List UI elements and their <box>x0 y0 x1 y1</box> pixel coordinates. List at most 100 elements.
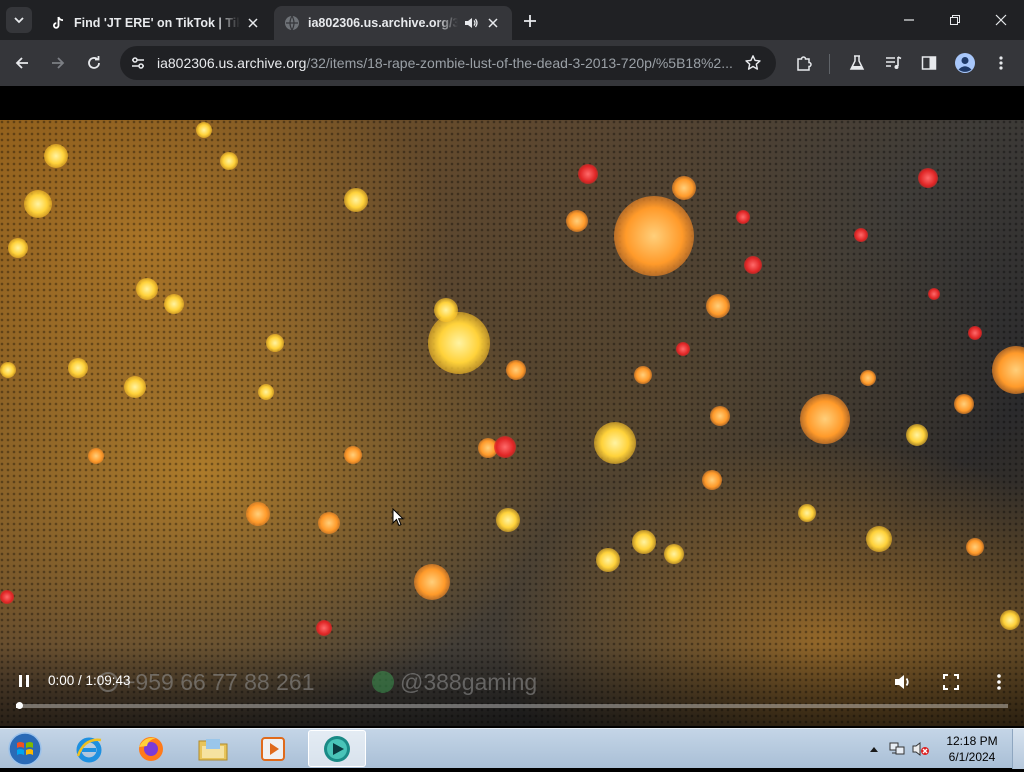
video-texture <box>0 120 1024 726</box>
show-desktop-button[interactable] <box>1012 729 1024 769</box>
tab-search-button[interactable] <box>6 7 32 33</box>
bokeh-light <box>0 590 14 604</box>
bokeh-light <box>632 530 656 554</box>
bokeh-light <box>344 446 362 464</box>
bokeh-light <box>928 288 940 300</box>
time-display: 0:00 / 1:09:43 <box>48 673 131 688</box>
toolbar-separator <box>829 54 830 74</box>
network-icon <box>889 742 905 755</box>
reload-button[interactable] <box>79 48 109 78</box>
bokeh-light <box>566 210 588 232</box>
extensions-button[interactable] <box>789 48 819 78</box>
minimize-button[interactable] <box>886 0 932 40</box>
avatar-icon <box>955 53 975 73</box>
side-panel-button[interactable] <box>914 48 944 78</box>
plus-icon <box>524 15 536 27</box>
seek-bar-thumb[interactable] <box>16 702 23 709</box>
media-player-icon <box>261 736 285 761</box>
restore-button[interactable] <box>932 0 978 40</box>
address-bar[interactable]: ia802306.us.archive.org/32/items/18-rape… <box>120 46 776 80</box>
watermark-handle: @388gaming <box>372 669 537 696</box>
profile-button[interactable] <box>950 48 980 78</box>
taskbar-firefox[interactable] <box>124 730 178 767</box>
arrow-right-icon <box>52 57 65 69</box>
internet-explorer-icon <box>76 737 102 762</box>
bokeh-light <box>744 256 762 274</box>
bokeh-light <box>68 358 88 378</box>
bokeh-light <box>578 164 598 184</box>
chevron-up-icon <box>870 747 878 752</box>
arrow-left-icon <box>15 57 28 69</box>
media-controls-button[interactable] <box>878 48 908 78</box>
forward-button[interactable] <box>43 48 73 78</box>
seek-bar[interactable] <box>16 702 1008 709</box>
video-player[interactable]: +959 66 77 88 261 @388gaming 0:00 / 1:09… <box>0 120 1024 726</box>
mouse-cursor <box>392 507 405 532</box>
url-text[interactable]: ia802306.us.archive.org/32/items/18-rape… <box>157 46 737 80</box>
show-hidden-icons-button[interactable] <box>866 729 882 769</box>
pause-button[interactable] <box>12 669 36 693</box>
chevron-down-icon <box>14 17 24 24</box>
system-clock[interactable]: 12:18 PM 6/1/2024 <box>936 733 1008 765</box>
video-menu-button[interactable] <box>986 669 1012 695</box>
bokeh-light <box>246 502 270 526</box>
bokeh-light <box>854 228 868 242</box>
volume-muted-icon <box>912 742 929 756</box>
tab-archive[interactable]: ia802306.us.archive.org/32 <box>274 6 512 40</box>
bokeh-light <box>800 394 850 444</box>
volume-tray-button[interactable] <box>910 729 932 769</box>
close-window-button[interactable] <box>978 0 1024 40</box>
taskbar-active-app[interactable] <box>308 730 366 767</box>
bokeh-light <box>506 360 526 380</box>
puzzle-icon <box>797 56 812 71</box>
windows-start-icon <box>8 732 42 766</box>
restore-icon <box>950 15 960 25</box>
bokeh-light <box>428 312 490 374</box>
clock-time: 12:18 PM <box>946 734 998 748</box>
new-tab-button[interactable] <box>518 10 542 32</box>
bokeh-light <box>496 508 520 532</box>
bokeh-light <box>710 406 730 426</box>
taskbar-internet-explorer[interactable] <box>62 730 116 767</box>
site-info-icon[interactable] <box>130 55 146 76</box>
close-icon <box>995 14 1007 26</box>
back-button[interactable] <box>7 48 37 78</box>
bookmark-star-icon[interactable] <box>744 54 762 77</box>
pause-icon <box>19 675 29 687</box>
bokeh-light <box>634 366 652 384</box>
firefox-icon <box>139 736 163 761</box>
bokeh-light <box>706 294 730 318</box>
bokeh-light <box>702 470 722 490</box>
fullscreen-icon <box>943 674 959 690</box>
bokeh-light <box>434 298 458 322</box>
close-tab-icon[interactable] <box>244 14 262 32</box>
taskbar-file-explorer[interactable] <box>186 730 240 767</box>
minimize-icon <box>904 19 914 21</box>
speaker-icon[interactable] <box>462 14 480 32</box>
volume-icon <box>895 675 909 689</box>
volume-button[interactable] <box>890 669 916 695</box>
taskbar-media-player[interactable] <box>246 730 300 767</box>
tiktok-icon <box>50 15 66 31</box>
bokeh-light <box>196 122 212 138</box>
fullscreen-button[interactable] <box>938 669 964 695</box>
bokeh-light <box>672 176 696 200</box>
page-viewport: +959 66 77 88 261 @388gaming 0:00 / 1:09… <box>0 86 1024 728</box>
windows-taskbar: 12:18 PM 6/1/2024 <box>0 728 1024 769</box>
active-video-app-icon <box>324 735 350 762</box>
bokeh-light <box>494 436 516 458</box>
bokeh-light <box>966 538 984 556</box>
url-host: ia802306.us.archive.org <box>157 55 307 71</box>
start-button[interactable] <box>6 731 44 767</box>
browser-menu-button[interactable] <box>986 48 1016 78</box>
close-tab-icon[interactable] <box>484 14 502 32</box>
labs-button[interactable] <box>842 48 872 78</box>
network-tray-button[interactable] <box>886 729 908 769</box>
bokeh-light <box>906 424 928 446</box>
bokeh-light <box>1000 610 1020 630</box>
bokeh-light <box>318 512 340 534</box>
bokeh-light <box>736 210 750 224</box>
tab-tiktok[interactable]: Find 'JT ERE' on TikTok | TikTok <box>40 6 272 40</box>
bokeh-light <box>344 188 368 212</box>
bokeh-light <box>414 564 450 600</box>
